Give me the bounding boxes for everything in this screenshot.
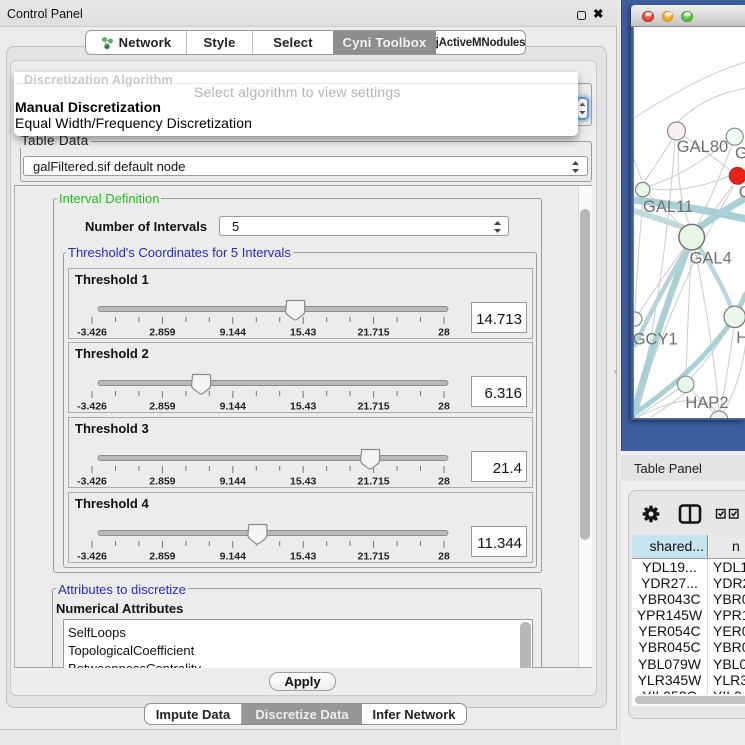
svg-text:GAL11: GAL11 [643, 198, 693, 216]
svg-text:9.144: 9.144 [220, 401, 246, 413]
svg-text:28: 28 [438, 476, 450, 488]
svg-text:CY: CY [739, 184, 745, 202]
svg-text:28: 28 [438, 551, 450, 563]
svg-text:2.859: 2.859 [149, 401, 175, 413]
svg-text:9.144: 9.144 [220, 476, 246, 488]
svg-text:GCY1: GCY1 [634, 330, 678, 348]
svg-text:HAP2: HAP2 [685, 394, 728, 412]
svg-text:-3.426: -3.426 [77, 327, 107, 339]
svg-text:2.859: 2.859 [149, 551, 175, 563]
svg-text:21.715: 21.715 [358, 476, 390, 488]
svg-text:GAL80: GAL80 [677, 138, 728, 156]
svg-text:GAL4: GAL4 [690, 250, 732, 268]
svg-text:15.43: 15.43 [290, 327, 316, 339]
svg-text:21.715: 21.715 [358, 551, 390, 563]
svg-text:21.715: 21.715 [358, 401, 390, 413]
svg-text:28: 28 [438, 327, 450, 339]
svg-text:15.43: 15.43 [290, 551, 316, 563]
svg-text:GAL: GAL [735, 145, 745, 163]
svg-text:-3.426: -3.426 [77, 476, 107, 488]
svg-text:9.144: 9.144 [220, 327, 246, 339]
svg-text:28: 28 [438, 401, 450, 413]
svg-text:15.43: 15.43 [290, 401, 316, 413]
svg-text:2.859: 2.859 [149, 476, 175, 488]
svg-text:2.859: 2.859 [149, 327, 175, 339]
svg-text:9.144: 9.144 [220, 551, 246, 563]
svg-text:15.43: 15.43 [290, 476, 316, 488]
svg-text:H: H [736, 329, 745, 347]
svg-text:-3.426: -3.426 [77, 401, 107, 413]
svg-text:21.715: 21.715 [358, 327, 390, 339]
svg-text:-3.426: -3.426 [77, 551, 107, 563]
